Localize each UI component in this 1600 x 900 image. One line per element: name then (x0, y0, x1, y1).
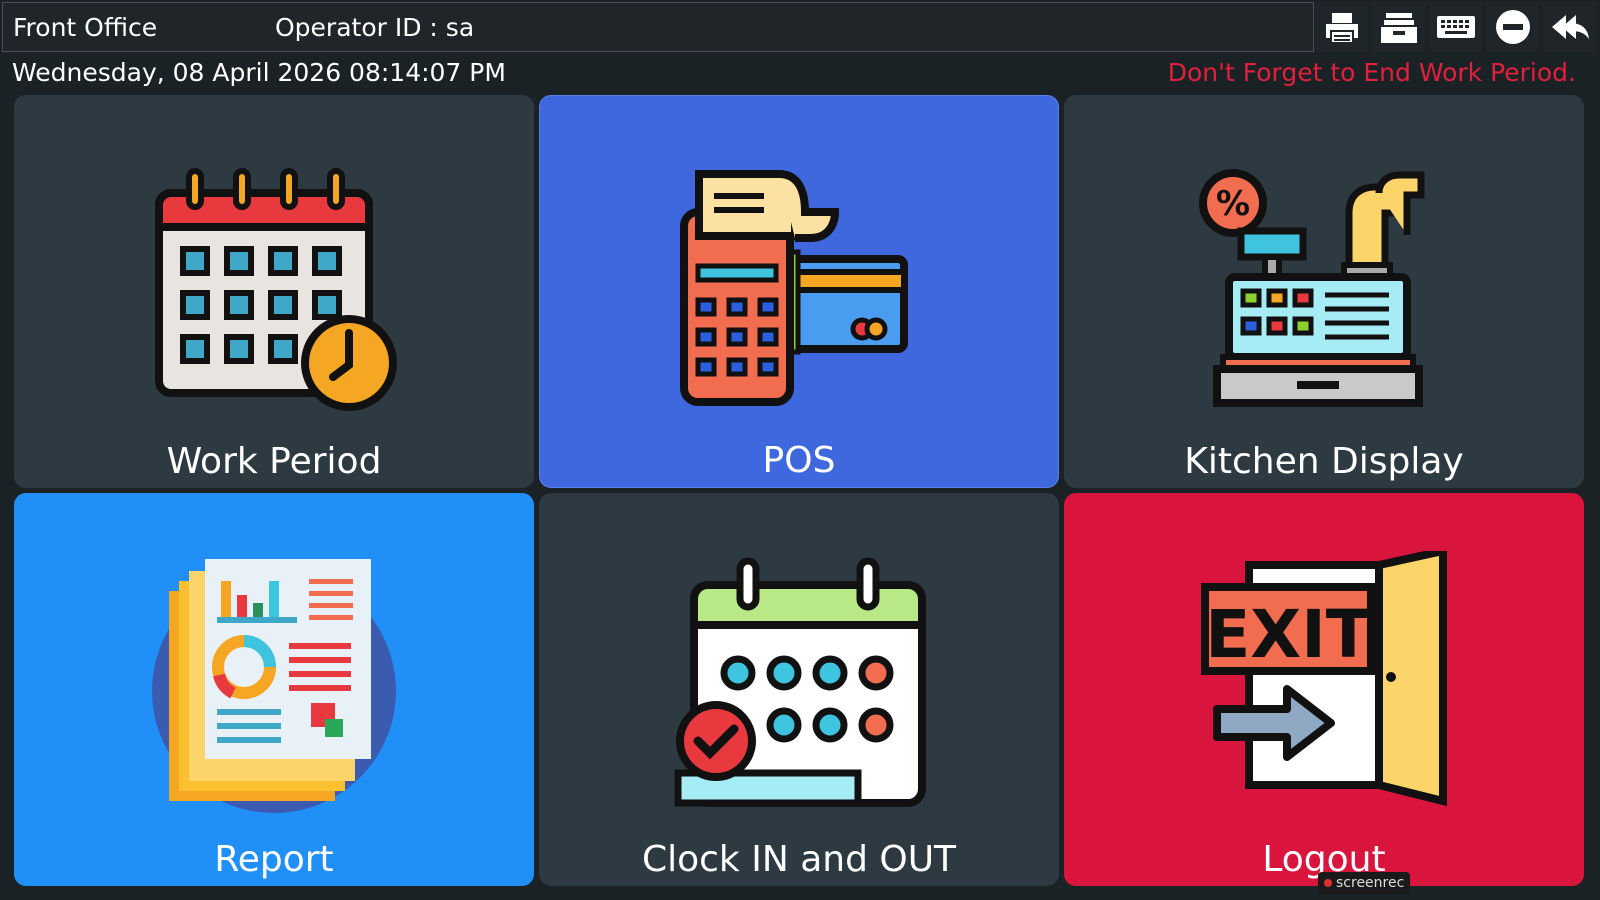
printer-icon (1325, 13, 1358, 44)
calendar-clock-icon (155, 168, 397, 411)
tile-label: Work Period (166, 441, 382, 482)
pos-terminal-icon (680, 170, 908, 406)
tile-label: Kitchen Display (1184, 441, 1464, 482)
tile-label: Clock IN and OUT (641, 839, 957, 880)
top-bar: Front Office Operator ID : sa (2, 2, 1314, 52)
kitchen-display-tile[interactable]: % Kitchen Display (1064, 95, 1584, 488)
front-office-screen: Front Office Operator ID : sa Wednesday,… (0, 0, 1600, 900)
cash-drawer-icon (1380, 13, 1417, 43)
minimize-icon (1495, 10, 1530, 44)
tile-label: POS (762, 440, 836, 481)
cash-drawer-button[interactable] (1372, 2, 1425, 52)
app-title: Front Office (13, 12, 158, 42)
print-button[interactable] (1315, 2, 1368, 52)
back-icon (1551, 15, 1589, 39)
report-icon (152, 559, 396, 813)
logout-tile[interactable]: EXIT Logout (1064, 493, 1584, 886)
svg-text:EXIT: EXIT (1205, 596, 1371, 673)
operator-id: Operator ID : sa (275, 12, 475, 42)
svg-text:%: % (1216, 184, 1250, 224)
minimize-button[interactable] (1486, 2, 1539, 52)
clock-in-out-tile[interactable]: Clock IN and OUT (539, 493, 1059, 886)
keyboard-button[interactable] (1429, 2, 1482, 52)
current-datetime: Wednesday, 08 April 2026 08:14:07 PM (12, 58, 506, 87)
toolbar (1315, 2, 1596, 52)
cash-register-icon: % (1199, 169, 1425, 407)
exit-door-icon: EXIT (1201, 551, 1447, 807)
back-button[interactable] (1543, 2, 1596, 52)
keyboard-icon (1436, 16, 1475, 38)
calendar-check-icon (674, 557, 926, 807)
report-tile[interactable]: Report (14, 493, 534, 886)
recording-watermark: screenrec (1318, 872, 1411, 894)
tile-label: Report (214, 839, 334, 880)
watermark-text: screenrec (1336, 875, 1405, 891)
end-work-period-reminder: Don't Forget to End Work Period. (1167, 58, 1576, 87)
record-dot-icon (1324, 879, 1332, 887)
work-period-tile[interactable]: Work Period (14, 95, 534, 488)
pos-tile[interactable]: POS (539, 95, 1059, 488)
menu-tiles: Work Period POS % Kitchen Display Report… (14, 95, 1586, 888)
